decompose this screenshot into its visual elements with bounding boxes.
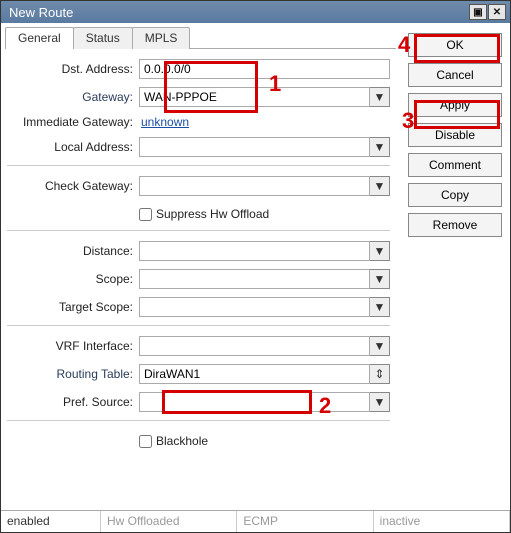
separator [7, 325, 390, 326]
distance-dropdown-icon[interactable]: ▼ [370, 241, 390, 261]
routing-table-label: Routing Table: [7, 367, 139, 381]
distance-row: Distance: ▼ [7, 241, 390, 261]
separator [7, 230, 390, 231]
check-gateway-row: Check Gateway: ▼ [7, 176, 390, 196]
target-scope-dropdown-icon[interactable]: ▼ [370, 297, 390, 317]
routing-table-row: Routing Table: ⇕ [7, 364, 390, 384]
suppress-hw-label: Suppress Hw Offload [156, 207, 269, 221]
immediate-gateway-label: Immediate Gateway: [7, 115, 139, 129]
dst-address-input[interactable] [139, 59, 390, 79]
local-address-label: Local Address: [7, 140, 139, 154]
dst-address-label: Dst. Address: [7, 62, 139, 76]
body: General Status MPLS Dst. Address: Gatewa… [1, 23, 510, 510]
separator [7, 420, 390, 421]
pref-source-dropdown-icon[interactable]: ▼ [370, 392, 390, 412]
routing-table-updown-icon[interactable]: ⇕ [370, 364, 390, 384]
disable-button[interactable]: Disable [408, 123, 502, 147]
status-enabled: enabled [1, 511, 101, 532]
vrf-interface-row: VRF Interface: ▼ [7, 336, 390, 356]
tab-content: Dst. Address: Gateway: ▼ Immediate Gatew… [5, 48, 396, 507]
vrf-interface-label: VRF Interface: [7, 339, 139, 353]
scope-label: Scope: [7, 272, 139, 286]
distance-input[interactable] [139, 241, 370, 261]
status-ecmp: ECMP [237, 511, 373, 532]
titlebar-buttons: ▣ ✕ [469, 4, 506, 20]
gateway-label: Gateway: [7, 90, 139, 104]
tab-general[interactable]: General [5, 27, 74, 49]
routing-table-input[interactable] [139, 364, 370, 384]
vrf-interface-input[interactable] [139, 336, 370, 356]
local-address-dropdown-icon[interactable]: ▼ [370, 137, 390, 157]
window-title: New Route [5, 5, 469, 20]
tab-mpls[interactable]: MPLS [132, 27, 191, 49]
target-scope-row: Target Scope: ▼ [7, 297, 390, 317]
pref-source-input[interactable] [139, 392, 370, 412]
check-gateway-label: Check Gateway: [7, 179, 139, 193]
gateway-row: Gateway: ▼ [7, 87, 390, 107]
dock-icon[interactable]: ▣ [469, 4, 487, 20]
titlebar: New Route ▣ ✕ [1, 1, 510, 23]
local-address-row: Local Address: ▼ [7, 137, 390, 157]
cancel-button[interactable]: Cancel [408, 63, 502, 87]
distance-label: Distance: [7, 244, 139, 258]
immediate-gateway-row: Immediate Gateway: unknown [7, 115, 390, 129]
status-inactive: inactive [374, 511, 510, 532]
tab-status[interactable]: Status [73, 27, 133, 49]
tabs: General Status MPLS [5, 27, 396, 49]
suppress-hw-row: Suppress Hw Offload [139, 204, 390, 224]
close-icon[interactable]: ✕ [488, 4, 506, 20]
gateway-input[interactable] [139, 87, 370, 107]
local-address-input[interactable] [139, 137, 370, 157]
ok-button[interactable]: OK [408, 33, 502, 57]
pref-source-label: Pref. Source: [7, 395, 139, 409]
dst-address-row: Dst. Address: [7, 59, 390, 79]
pref-source-row: Pref. Source: ▼ [7, 392, 390, 412]
immediate-gateway-link[interactable]: unknown [139, 115, 189, 129]
comment-button[interactable]: Comment [408, 153, 502, 177]
separator [7, 165, 390, 166]
window: New Route ▣ ✕ General Status MPLS Dst. A… [0, 0, 511, 533]
target-scope-label: Target Scope: [7, 300, 139, 314]
scope-input[interactable] [139, 269, 370, 289]
copy-button[interactable]: Copy [408, 183, 502, 207]
status-hw: Hw Offloaded [101, 511, 237, 532]
gateway-dropdown-icon[interactable]: ▼ [370, 87, 390, 107]
check-gateway-input[interactable] [139, 176, 370, 196]
apply-button[interactable]: Apply [408, 93, 502, 117]
blackhole-checkbox[interactable] [139, 435, 152, 448]
scope-row: Scope: ▼ [7, 269, 390, 289]
button-column: OK Cancel Apply Disable Comment Copy Rem… [400, 23, 510, 510]
form-area: General Status MPLS Dst. Address: Gatewa… [1, 23, 400, 510]
status-bar: enabled Hw Offloaded ECMP inactive [1, 510, 510, 532]
remove-button[interactable]: Remove [408, 213, 502, 237]
blackhole-label: Blackhole [156, 434, 208, 448]
suppress-hw-checkbox[interactable] [139, 208, 152, 221]
check-gateway-dropdown-icon[interactable]: ▼ [370, 176, 390, 196]
scope-dropdown-icon[interactable]: ▼ [370, 269, 390, 289]
target-scope-input[interactable] [139, 297, 370, 317]
blackhole-row: Blackhole [139, 431, 390, 451]
vrf-interface-dropdown-icon[interactable]: ▼ [370, 336, 390, 356]
